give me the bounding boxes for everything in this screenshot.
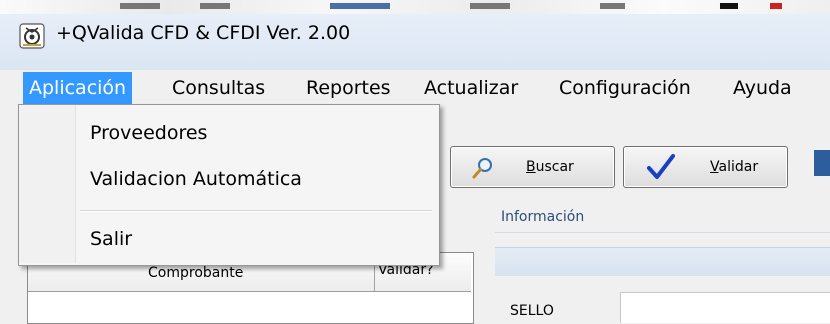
- menu-item-proveedores[interactable]: Proveedores: [90, 122, 207, 144]
- validar-label: Validar: [710, 159, 759, 175]
- sello-label: SELLO: [510, 303, 554, 319]
- buscar-label: Buscar: [526, 159, 574, 175]
- buscar-button[interactable]: Buscar: [450, 146, 615, 188]
- menu-aplicacion[interactable]: Aplicación: [23, 72, 133, 104]
- menu-configuracion[interactable]: Configuración: [553, 72, 697, 104]
- menu-icon-gutter: [19, 105, 76, 263]
- background-strip: [0, 0, 830, 14]
- magnifier-icon: [472, 158, 492, 179]
- menu-reportes[interactable]: Reportes: [300, 72, 397, 104]
- menu-separator: [80, 210, 432, 212]
- window-title: +QValida CFD & CFDI Ver. 2.00: [56, 22, 351, 44]
- informacion-label: Información: [501, 209, 585, 225]
- menu-actualizar[interactable]: Actualizar: [418, 72, 524, 104]
- info-header-bar: [495, 247, 830, 276]
- sello-field[interactable]: [620, 292, 830, 323]
- section-divider: [495, 232, 830, 233]
- partial-toolbar-item: [814, 150, 830, 176]
- menu-item-validacion-automatica[interactable]: Validacion Automática: [90, 168, 302, 190]
- menu-item-salir[interactable]: Salir: [90, 228, 132, 250]
- column-header-comprobante[interactable]: Comprobante: [148, 265, 243, 281]
- app-logo-icon[interactable]: [19, 23, 45, 49]
- menu-consultas[interactable]: Consultas: [166, 72, 271, 104]
- validar-button[interactable]: Validar: [623, 146, 788, 188]
- checkmark-icon: [647, 154, 675, 179]
- menu-ayuda[interactable]: Ayuda: [727, 72, 798, 104]
